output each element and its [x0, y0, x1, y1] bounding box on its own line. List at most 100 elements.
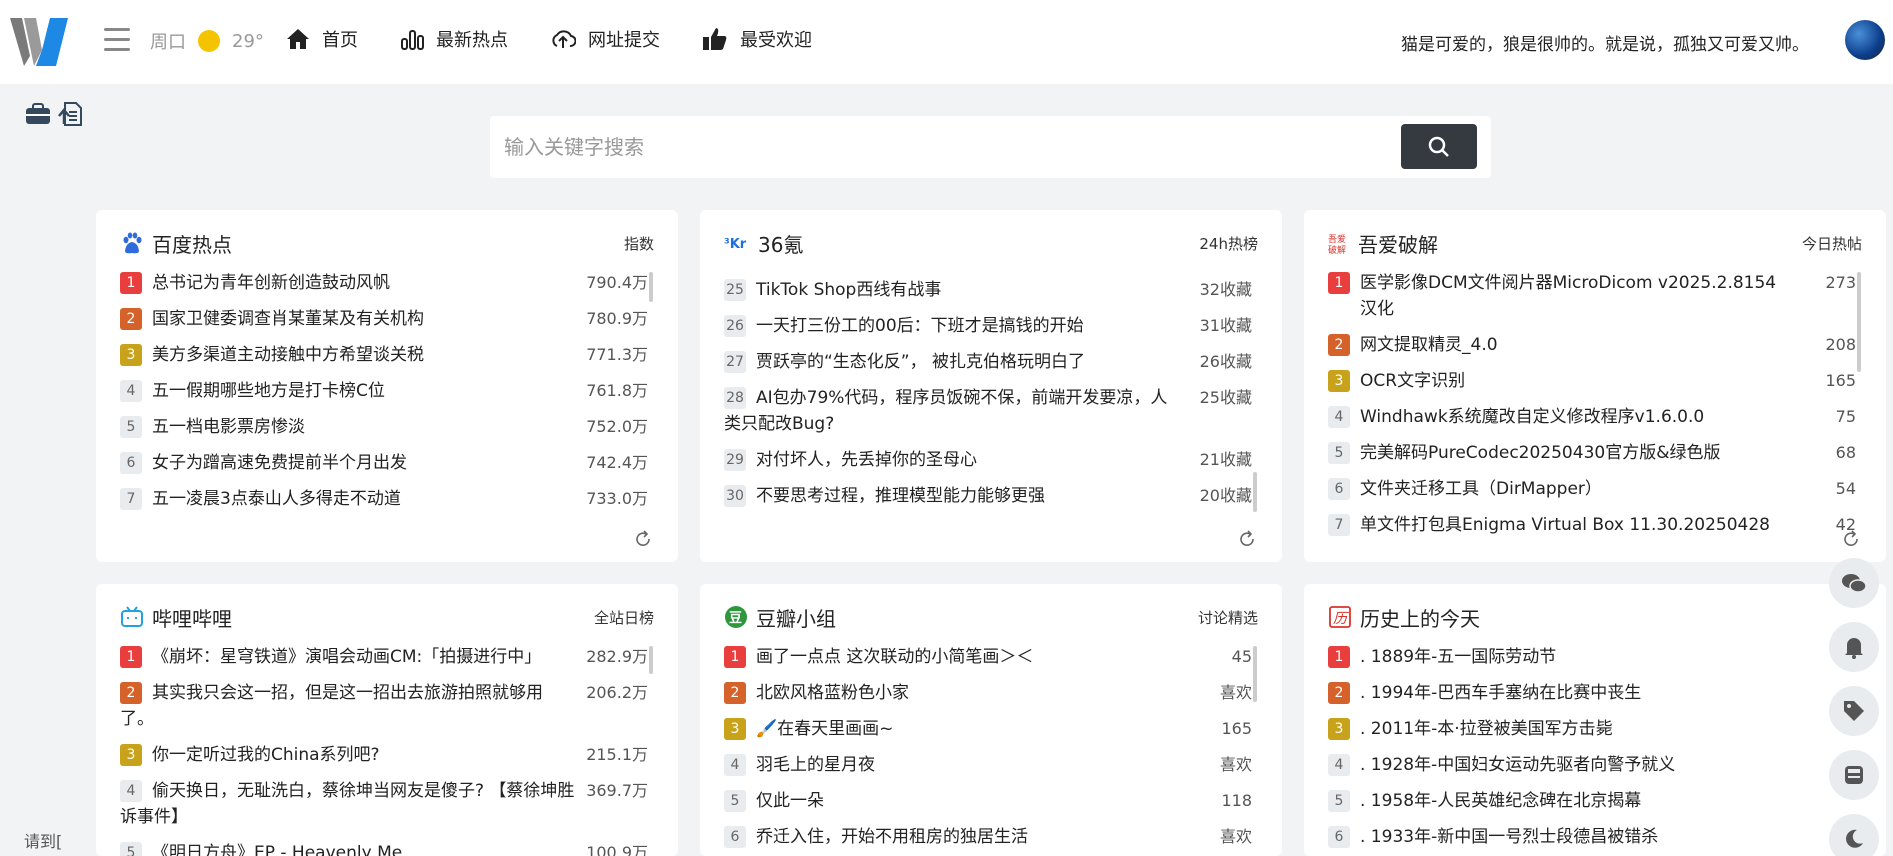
rank-badge: 3 — [120, 744, 142, 766]
list-item[interactable]: 4 偷天换日，无耻洗白，蔡徐坤当网友是傻子? 【蔡徐坤胜诉事件】 369.7万 — [120, 778, 654, 830]
scrollbar[interactable] — [649, 646, 653, 674]
list-item[interactable]: 3 你一定听过我的China系列吧? 215.1万 — [120, 742, 654, 768]
rank-badge: 29 — [724, 449, 746, 471]
rank-badge: 2 — [120, 682, 142, 704]
menu-toggle-button[interactable] — [104, 28, 130, 52]
item-text: OCR文字识别 — [1360, 371, 1466, 391]
refresh-icon[interactable] — [1238, 530, 1256, 548]
list-item[interactable]: 2 网文提取精灵_4.0 208 — [1328, 332, 1862, 358]
nav-trending[interactable]: 最新热点 — [400, 26, 508, 52]
bell-icon — [1845, 638, 1863, 659]
calculator-button[interactable] — [1829, 750, 1879, 800]
douban-logo-icon: 豆 — [725, 606, 747, 628]
toolbox-icon[interactable] — [24, 100, 52, 128]
list-item[interactable]: 7 单文件打包具Enigma Virtual Box 11.30.20250428… — [1328, 512, 1862, 538]
list-item[interactable]: 2 其实我只会这一招，但是这一招出去旅游拍照就够用了。 206.2万 — [120, 680, 654, 732]
list-item[interactable]: 1 总书记为青年创新创造鼓动风帆 790.4万 — [120, 270, 654, 296]
nav-popular[interactable]: 最受欢迎 — [702, 26, 812, 52]
item-text: 北欧风格蓝粉色小家 — [756, 683, 909, 703]
search-input[interactable] — [504, 126, 1404, 168]
rank-badge: 4 — [1328, 754, 1350, 776]
card-subtitle[interactable]: 指数 — [624, 233, 654, 254]
list-item[interactable]: 1 . 1889年-五一国际劳动节 — [1328, 644, 1862, 670]
avatar[interactable] — [1845, 20, 1885, 60]
card-subtitle[interactable]: 今日热帖 — [1802, 233, 1862, 254]
list-item[interactable]: 1 医学影像DCM文件阅片器MicroDicom v2025.2.8154汉化 27… — [1328, 270, 1862, 322]
item-value: 75 — [1835, 407, 1856, 426]
list-item[interactable]: 5 完美解码PureCodec20250430官方版&绿色版 68 — [1328, 440, 1862, 466]
scrollbar[interactable] — [1253, 472, 1257, 512]
card-douban: 豆 豆瓣小组 讨论精选 1 画了一点点 这次联动的小简笔画＞＜ 45 2 北欧风格蓝粉… — [700, 584, 1282, 856]
wechat-button[interactable] — [1829, 558, 1879, 608]
dark-mode-button[interactable] — [1829, 814, 1879, 856]
floating-actions — [1829, 558, 1879, 856]
list-item[interactable]: 2 北欧风格蓝粉色小家 喜欢 — [724, 680, 1258, 706]
document-upload-icon[interactable] — [57, 100, 85, 128]
item-value: 206.2万 — [586, 683, 648, 702]
list-item[interactable]: 6 文件夹迁移工具（DirMapper） 54 — [1328, 476, 1862, 502]
item-value: 273 — [1825, 273, 1856, 292]
tag-icon — [1844, 701, 1864, 721]
list-item[interactable]: 4 羽毛上的星月夜 喜欢 — [724, 752, 1258, 778]
rank-badge: 2 — [1328, 334, 1350, 356]
search-button[interactable] — [1401, 124, 1477, 169]
item-value: 208 — [1825, 335, 1856, 354]
list-item[interactable]: 5 《明日方舟》EP - Heavenly Me 100.9万 — [120, 840, 654, 856]
list-item[interactable]: 4 . 1928年-中国妇女运动先驱者向警予就义 — [1328, 752, 1862, 778]
rank-badge: 25 — [724, 279, 746, 301]
item-text: 五一凌晨3点泰山人多得走不动道 — [152, 489, 401, 509]
tag-button[interactable] — [1829, 686, 1879, 736]
list-item[interactable]: 26 一天打三份工的00后：下班才是搞钱的开始 31收藏 — [724, 313, 1258, 339]
item-text: 乔迁入住，开始不用租房的独居生活 — [756, 827, 1028, 847]
list-item[interactable]: 3 🖌️在春天里画画~ 165 — [724, 716, 1258, 742]
list-item[interactable]: 7 五一凌晨3点泰山人多得走不动道 733.0万 — [120, 486, 654, 512]
card-subtitle[interactable]: 24h热榜 — [1199, 233, 1258, 254]
item-text: 五一档电影票房惨淡 — [152, 417, 305, 437]
rank-badge: 3 — [724, 718, 746, 740]
rank-badge: 7 — [1328, 514, 1350, 536]
card-subtitle[interactable]: 全站日榜 — [594, 607, 654, 628]
nav-home[interactable]: 首页 — [286, 26, 358, 52]
list-item[interactable]: 4 Windhawk系统魔改自定义修改程序v1.6.0.0 75 — [1328, 404, 1862, 430]
rank-badge: 6 — [1328, 478, 1350, 500]
nav-submit[interactable]: 网址提交 — [550, 26, 660, 52]
list-item[interactable]: 5 五一档电影票房惨淡 752.0万 — [120, 414, 654, 440]
list-item[interactable]: 25 TikTok Shop西线有战事 32收藏 — [724, 277, 1258, 303]
scrollbar[interactable] — [1253, 646, 1257, 702]
sun-icon — [198, 30, 220, 52]
list-item[interactable]: 3 美方多渠道主动接触中方希望谈关税 771.3万 — [120, 342, 654, 368]
item-text: 文件夹迁移工具（DirMapper） — [1360, 479, 1602, 499]
rank-badge: 26 — [724, 315, 746, 337]
site-motto: 猫是可爱的，狼是很帅的。就是说，孤独又可爱又帅。 — [1401, 35, 1809, 55]
item-value: 752.0万 — [586, 417, 648, 436]
list-item[interactable]: 5 . 1958年-人民英雄纪念碑在北京揭幕 — [1328, 788, 1862, 814]
list-item[interactable]: 28 AI包办79%代码，程序员饭碗不保，前端开发要凉，人类只配改Bug? 25收藏 — [724, 385, 1258, 437]
list-item[interactable]: 29 对付坏人，先丢掉你的圣母心 21收藏 — [724, 447, 1258, 473]
list-item[interactable]: 1 画了一点点 这次联动的小简笔画＞＜ 45 — [724, 644, 1258, 670]
rank-badge: 1 — [1328, 272, 1350, 294]
list-item[interactable]: 27 贾跃亭的“生态化反”， 被扎克伯格玩明白了 26收藏 — [724, 349, 1258, 375]
item-text: 仅此一朵 — [756, 791, 824, 811]
list-item[interactable]: 3 . 2011年-本·拉登被美国军方击毙 — [1328, 716, 1862, 742]
refresh-icon[interactable] — [634, 530, 652, 548]
list-item[interactable]: 4 五一假期哪些地方是打卡榜C位 761.8万 — [120, 378, 654, 404]
list-item[interactable]: 6 女子为蹭高速免费提前半个月出发 742.4万 — [120, 450, 654, 476]
scrollbar[interactable] — [649, 272, 653, 302]
list-item[interactable]: 30 不要思考过程，推理模型能力能够更强 20收藏 — [724, 483, 1258, 509]
card-subtitle[interactable]: 讨论精选 — [1198, 607, 1258, 628]
rank-badge: 1 — [120, 646, 142, 668]
list-item[interactable]: 2 . 1994年-巴西车手塞纳在比赛中丧生 — [1328, 680, 1862, 706]
scrollbar[interactable] — [1857, 272, 1861, 372]
list-item[interactable]: 6 乔迁入住，开始不用租房的独居生活 喜欢 — [724, 824, 1258, 850]
list-item[interactable]: 3 OCR文字识别 165 — [1328, 368, 1862, 394]
list-item[interactable]: 2 国家卫健委调查肖某董某及有关机构 780.9万 — [120, 306, 654, 332]
list-item[interactable]: 5 仅此一朵 118 — [724, 788, 1258, 814]
nav-submit-label: 网址提交 — [588, 30, 660, 51]
list-item[interactable]: 6 . 1933年-新中国一号烈士段德昌被错杀 — [1328, 824, 1862, 850]
notification-button[interactable] — [1829, 622, 1879, 672]
card-list: 1 . 1889年-五一国际劳动节 2 . 1994年-巴西车手塞纳在比赛中丧生 3… — [1328, 644, 1862, 856]
list-item[interactable]: 1 《崩坏：星穹铁道》演唱会动画CM:「拍摄进行中」 282.9万 — [120, 644, 654, 670]
refresh-icon[interactable] — [1842, 530, 1860, 548]
rank-badge: 2 — [1328, 682, 1350, 704]
site-logo[interactable] — [10, 16, 68, 68]
